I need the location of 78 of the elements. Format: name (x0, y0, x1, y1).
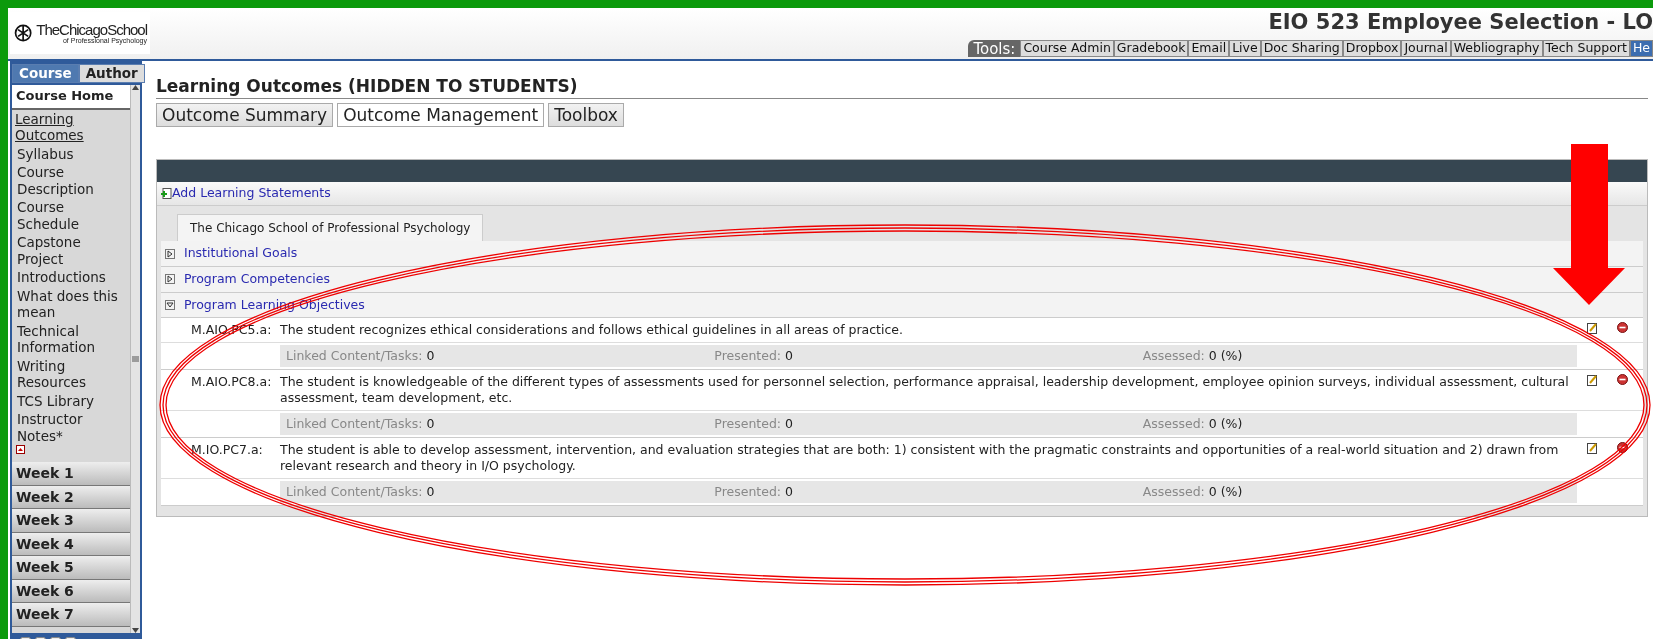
edit-icon[interactable] (1586, 322, 1598, 335)
stat-label: Assessed: (1142, 416, 1205, 432)
sidebar-link[interactable]: Instructor Notes* (12, 410, 130, 446)
expand-icon[interactable] (165, 274, 175, 285)
sidebar-link[interactable]: TCS Library (12, 391, 130, 411)
sidebar-link[interactable]: Writing Resources (12, 356, 130, 392)
sidebar-link[interactable]: Capstone Project (12, 233, 130, 269)
stat-value: 0 (%) (1208, 484, 1243, 500)
tool-tab[interactable]: Journal (1401, 40, 1451, 57)
tool-tab[interactable]: Course Admin (1020, 40, 1114, 57)
stat-value: 0 (426, 484, 435, 500)
tool-tab[interactable]: Dropbox (1342, 40, 1402, 57)
sidebar-link[interactable]: Learning Outcomes (12, 109, 130, 145)
tool-tab[interactable]: Email (1188, 40, 1230, 57)
tool-tab[interactable]: Gradebook (1113, 40, 1189, 57)
collapse-icon[interactable] (16, 445, 25, 455)
add-document-icon (161, 188, 172, 200)
week-item[interactable]: Week 1 (12, 462, 130, 486)
stat-label: Assessed: (1142, 484, 1205, 500)
delete-icon[interactable] (1616, 322, 1628, 334)
course-title: EIO 523 Employee Selection - LO (1268, 12, 1653, 33)
category-link[interactable]: Program Competencies (184, 269, 330, 289)
edit-icon[interactable] (1586, 374, 1598, 387)
stat-value: 0 (426, 348, 435, 364)
category-link[interactable]: Institutional Goals (184, 244, 298, 263)
add-statements-link[interactable]: Add Learning Statements (172, 184, 331, 204)
delete-icon[interactable] (1616, 374, 1628, 386)
tool-tab[interactable]: Webliography (1450, 40, 1543, 57)
week-item[interactable]: Week 7 (12, 603, 130, 627)
tools-label: Tools: (968, 40, 1021, 57)
collapse-icon[interactable] (165, 300, 175, 310)
week-item[interactable]: Week 3 (12, 509, 130, 533)
scroll-grip-icon[interactable] (132, 356, 139, 363)
week-item[interactable]: Week 6 (12, 579, 130, 604)
page-tab[interactable]: Outcome Summary (156, 103, 334, 128)
organization-tab[interactable]: The Chicago School of Professional Psychology (177, 214, 484, 242)
stat-label: Linked Content/Tasks: (286, 484, 423, 500)
edit-icon[interactable] (1586, 442, 1598, 455)
stat-value: 0 (%) (1208, 348, 1243, 364)
page-tab[interactable]: Outcome Management (337, 103, 545, 128)
outcome-code: M.IO.PC7.a: (190, 442, 264, 460)
tool-tab[interactable]: He (1629, 40, 1653, 57)
week-item[interactable]: Week 2 (12, 485, 130, 510)
stat-label: Assessed: (1142, 348, 1205, 364)
stat-label: Presented: (714, 348, 782, 364)
sidebar-link[interactable]: Syllabus (12, 144, 130, 164)
sidebar-tab[interactable]: Author (78, 64, 145, 84)
stat-label: Presented: (714, 484, 782, 500)
tool-tab[interactable]: Live (1229, 40, 1261, 57)
sidebar-link[interactable]: What does this mean (12, 286, 130, 322)
expand-icon[interactable] (165, 248, 175, 259)
delete-icon[interactable] (1616, 442, 1628, 454)
stat-label: Linked Content/Tasks: (286, 416, 423, 432)
outcome-text: The student is knowledgeable of the different types of assessments used for personnel selection, performance appraisal, leadership development, employee opinion surveys, individual assessment, cultural assessment, team development, etc. (280, 374, 1570, 407)
stat-value: 0 (%) (1208, 416, 1243, 432)
stat-label: Presented: (714, 416, 782, 432)
tool-tab[interactable]: Tech Support (1542, 40, 1630, 57)
stat-value: 0 (426, 416, 435, 432)
week-item[interactable]: Week 5 (12, 556, 130, 580)
page-tab[interactable]: Toolbox (548, 103, 624, 128)
sidebar-link[interactable]: Introductions (12, 268, 130, 287)
stat-label: Linked Content/Tasks: (286, 348, 423, 364)
scroll-down-icon[interactable] (132, 628, 139, 634)
page-title: Learning Outcomes (HIDDEN TO STUDENTS) (156, 75, 1648, 100)
stat-value: 0 (785, 348, 793, 364)
week-item[interactable]: Week 4 (12, 532, 130, 557)
outcome-text: The student recognizes ethical considerations and follows ethical guidelines in all areas of practice. (280, 322, 905, 339)
sidebar-heading[interactable]: Course Home (12, 85, 130, 110)
stat-value: 0 (785, 416, 793, 432)
tool-tab[interactable]: Doc Sharing (1260, 40, 1343, 57)
outcome-code: M.AIO.PC8.a: (190, 374, 273, 392)
sidebar-link[interactable]: Course Schedule (12, 198, 130, 234)
logo-text: TheChicagoSchool (36, 22, 147, 37)
stat-value: 0 (785, 484, 793, 500)
sidebar-tab[interactable]: Course (12, 64, 79, 84)
sidebar-link[interactable]: Technical Information (12, 321, 130, 357)
outcome-text: The student is able to develop assessment, intervention, and evaluation strategies that are both: 1) consistent with the pragmatic constraints and opportunities of a real-world situation and 2) drawn from relevant research and theory in I/O psychology. (280, 442, 1560, 475)
sidebar-link[interactable]: Course Description (12, 163, 130, 199)
